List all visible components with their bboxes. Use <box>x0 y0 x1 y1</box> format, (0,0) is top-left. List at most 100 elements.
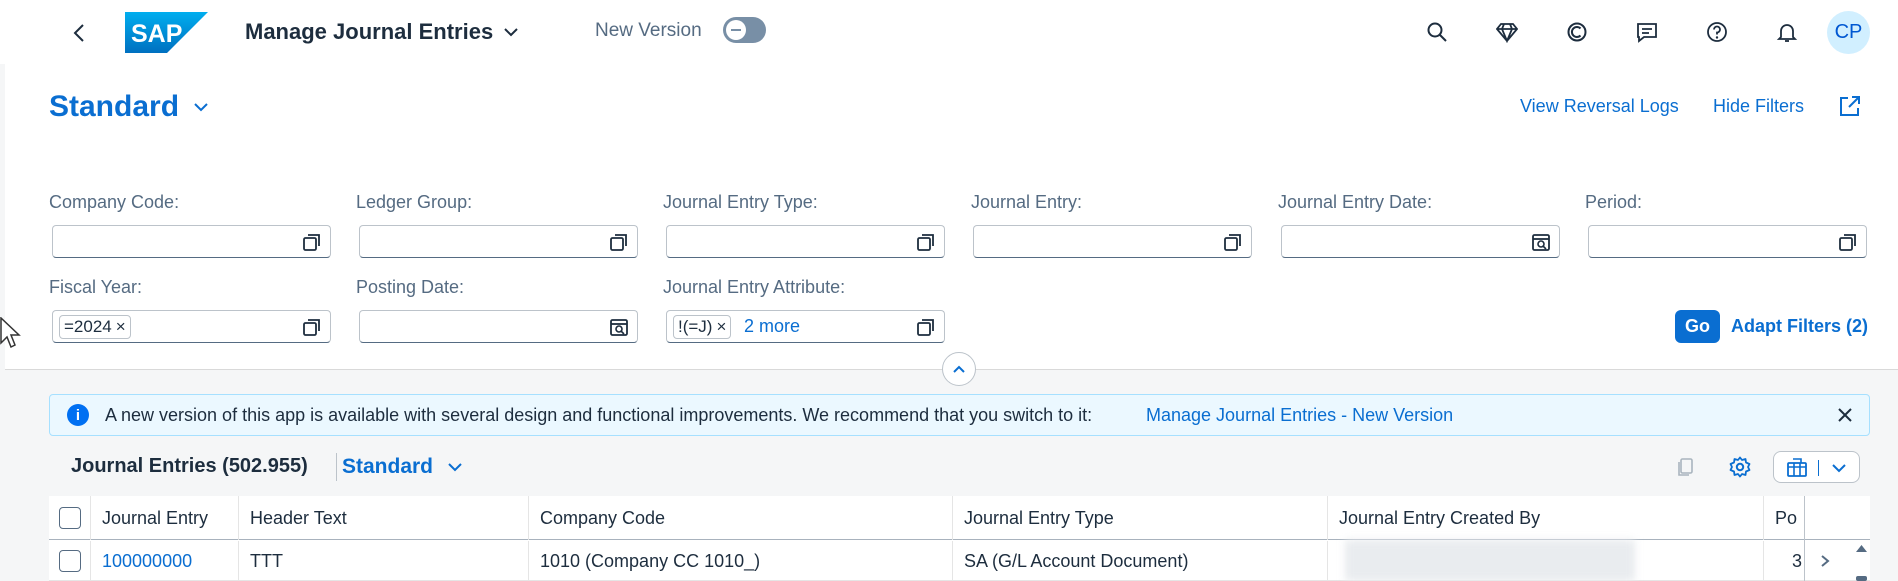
row-select-cell <box>49 541 91 581</box>
token-text: !(=J) <box>678 317 713 336</box>
message-strip: i A new version of this app is available… <box>49 394 1870 436</box>
token-remove-icon[interactable]: × <box>116 316 126 338</box>
column-header-journal-entry[interactable]: Journal Entry <box>91 496 239 540</box>
journal-entry-field[interactable] <box>973 225 1252 258</box>
app-title: Manage Journal Entries <box>245 19 494 44</box>
close-icon[interactable] <box>1835 405 1855 425</box>
table-scrollbar[interactable] <box>1853 540 1870 581</box>
calendar-icon[interactable] <box>1531 232 1551 252</box>
app-title-menu[interactable]: Manage Journal Entries <box>245 19 519 45</box>
adapt-filters-button[interactable]: Adapt Filters (2) <box>1731 316 1868 337</box>
table-header-row: Journal Entry Header Text Company Code J… <box>49 496 1870 540</box>
journal-entry-type-field[interactable] <box>666 225 945 258</box>
view-reversal-logs-link[interactable]: View Reversal Logs <box>1520 96 1679 117</box>
journal-entry-type-label: Journal Entry Type: <box>663 192 818 212</box>
value-help-icon[interactable] <box>302 317 322 337</box>
journal-entry-date-field[interactable] <box>1281 225 1560 258</box>
value-help-icon[interactable] <box>916 317 936 337</box>
feedback-icon[interactable] <box>1631 16 1663 48</box>
calendar-icon[interactable] <box>609 317 629 337</box>
column-header-company-code[interactable]: Company Code <box>529 496 953 540</box>
toolbar-separator <box>336 453 337 481</box>
diamond-icon[interactable] <box>1491 16 1523 48</box>
hide-filters-link[interactable]: Hide Filters <box>1713 96 1804 117</box>
company-code-field[interactable] <box>52 225 331 258</box>
user-avatar[interactable]: CP <box>1827 11 1870 54</box>
sap-logo-text: SAP <box>131 20 182 48</box>
shell-bar: SAP Manage Journal Entries New Version C… <box>0 0 1898 64</box>
row-navigation-icon[interactable] <box>1820 554 1830 568</box>
help-icon[interactable] <box>1701 16 1733 48</box>
column-header-po[interactable]: Po <box>1764 496 1804 540</box>
message-text: A new version of this app is available w… <box>105 405 1093 425</box>
copilot-icon[interactable] <box>1561 16 1593 48</box>
journal-entry-date-label: Journal Entry Date: <box>1278 192 1433 212</box>
ledger-group-field[interactable] <box>359 225 638 258</box>
variant-management[interactable]: Standard <box>49 90 209 124</box>
journal-entry-link[interactable]: 100000000 <box>91 541 239 581</box>
ledger-group-label: Ledger Group: <box>356 192 473 212</box>
new-version-switch[interactable] <box>723 17 766 43</box>
row-checkbox[interactable] <box>59 550 81 572</box>
value-help-icon[interactable] <box>609 232 629 252</box>
go-button[interactable]: Go <box>1675 310 1720 343</box>
posting-date-field[interactable] <box>359 310 638 343</box>
chevron-down-icon <box>504 28 518 37</box>
token-text: =2024 <box>64 317 112 336</box>
chevron-down-icon <box>448 463 462 472</box>
share-icon[interactable] <box>1838 94 1864 120</box>
column-divider <box>1804 496 1805 581</box>
mouse-cursor-icon <box>0 317 21 349</box>
collapse-header-button[interactable] <box>942 352 976 386</box>
app-page: SAP Manage Journal Entries New Version C… <box>0 0 1898 581</box>
back-button[interactable] <box>64 18 94 48</box>
table-variant-management[interactable]: Standard <box>342 455 463 479</box>
value-help-icon[interactable] <box>1223 232 1243 252</box>
po-cell: 3 <box>1791 551 1802 571</box>
journal-entry-attribute-label: Journal Entry Attribute: <box>663 277 846 297</box>
notifications-icon[interactable] <box>1771 16 1803 48</box>
fiscal-year-label: Fiscal Year: <box>49 277 143 297</box>
dynamic-page-header: Standard View Reversal Logs Hide Filters… <box>5 64 1898 370</box>
switch-knob <box>726 20 746 40</box>
chevron-down-icon[interactable] <box>1831 463 1847 473</box>
export-split-button[interactable] <box>1773 451 1860 483</box>
company-code-label: Company Code: <box>49 192 180 212</box>
copy-icon[interactable] <box>1671 452 1701 482</box>
header-text-cell: TTT <box>239 541 529 581</box>
company-code-cell: 1010 (Company CC 1010_) <box>529 541 953 581</box>
journal-entry-attribute-field[interactable]: !(=J) × 2 more <box>666 310 945 343</box>
settings-icon[interactable] <box>1725 452 1755 482</box>
journal-entry-label: Journal Entry: <box>971 192 1083 212</box>
period-field[interactable] <box>1588 225 1867 258</box>
new-version-link[interactable]: Manage Journal Entries - New Version <box>1146 405 1453 426</box>
export-excel-icon <box>1787 458 1807 477</box>
column-header-journal-entry-type[interactable]: Journal Entry Type <box>953 496 1328 540</box>
chevron-down-icon <box>194 103 208 112</box>
select-all-cell <box>49 496 91 540</box>
journal-entry-attribute-token[interactable]: !(=J) × <box>673 315 732 339</box>
fiscal-year-token[interactable]: =2024 × <box>59 315 131 339</box>
redacted-value <box>1345 540 1635 581</box>
sap-logo: SAP <box>125 12 208 53</box>
period-label: Period: <box>1585 192 1643 212</box>
posting-date-label: Posting Date: <box>356 277 465 297</box>
journal-entry-type-cell: SA (G/L Account Document) <box>953 541 1328 581</box>
info-icon: i <box>67 404 89 426</box>
select-all-checkbox[interactable] <box>59 507 81 529</box>
chevron-up-icon <box>953 365 965 373</box>
new-version-label: New Version <box>595 20 702 41</box>
chevron-left-icon <box>73 24 84 42</box>
value-help-icon[interactable] <box>916 232 936 252</box>
value-help-icon[interactable] <box>302 232 322 252</box>
more-tokens-link[interactable]: 2 more <box>744 316 800 337</box>
value-help-icon[interactable] <box>1838 232 1858 252</box>
column-header-created-by[interactable]: Journal Entry Created By <box>1328 496 1764 540</box>
column-header-header-text[interactable]: Header Text <box>239 496 529 540</box>
table-variant-title: Standard <box>342 455 434 478</box>
search-icon[interactable] <box>1421 16 1453 48</box>
fiscal-year-field[interactable]: =2024 × <box>52 310 331 343</box>
table-title: Journal Entries (502.955) <box>71 455 308 477</box>
variant-title: Standard <box>49 90 180 123</box>
token-remove-icon[interactable]: × <box>716 316 726 338</box>
